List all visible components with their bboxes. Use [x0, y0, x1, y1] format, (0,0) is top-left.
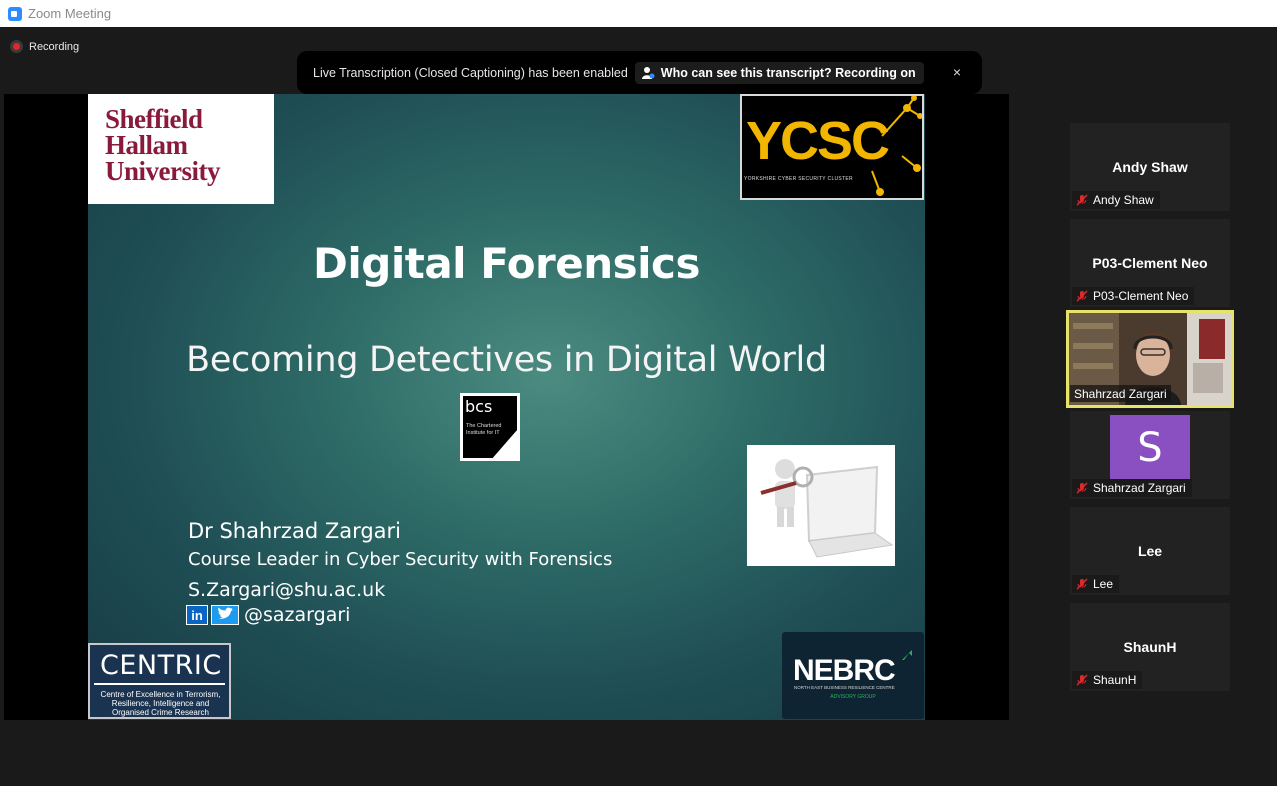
close-icon[interactable]: × — [948, 63, 966, 81]
participant-label: Andy Shaw — [1072, 191, 1160, 209]
participant-name: Andy Shaw — [1112, 159, 1188, 175]
participant-label: P03-Clement Neo — [1072, 287, 1195, 305]
nebrc-name: NEBRC — [793, 654, 896, 687]
centric-logo: CENTRIC Centre of Excellence in Terroris… — [88, 643, 231, 719]
participant-label-text: Shahrzad Zargari — [1074, 386, 1167, 401]
banner-message: Live Transcription (Closed Captioning) h… — [313, 65, 628, 80]
centric-desc: Centre of Excellence in Terrorism, Resil… — [100, 690, 221, 717]
record-dot-icon — [10, 40, 23, 53]
mic-muted-icon — [1076, 290, 1088, 302]
participant-name: ShaunH — [1123, 639, 1177, 655]
sheffield-hallam-logo: Sheffield Hallam University — [88, 94, 274, 204]
participant-tile[interactable]: Andy Shaw Andy Shaw — [1070, 123, 1230, 211]
author-name: Dr Shahrzad Zargari — [188, 519, 402, 543]
transcript-visibility-link[interactable]: Who can see this transcript? Recording o… — [634, 61, 924, 84]
slide-subtitle: Becoming Detectives in Digital World — [186, 340, 827, 380]
transcript-visibility-text: Who can see this transcript? Recording o… — [660, 65, 916, 80]
participant-label: Shahrzad Zargari — [1072, 479, 1192, 497]
participant-label-text: Lee — [1093, 577, 1114, 591]
presentation-slide: Sheffield Hallam University YCSC YORKSHI… — [88, 94, 925, 720]
logo-line: Hallam — [105, 130, 188, 160]
participant-tile[interactable]: ShaunH ShaunH — [1070, 603, 1230, 691]
laptop-magnifier-image — [747, 445, 895, 566]
shared-screen: Sheffield Hallam University YCSC YORKSHI… — [4, 94, 1009, 720]
person-icon — [641, 66, 655, 79]
mic-muted-icon — [1076, 194, 1088, 206]
participant-label-text: ShaunH — [1093, 673, 1137, 687]
participant-tile[interactable]: Lee Lee — [1070, 507, 1230, 595]
mic-muted-icon — [1076, 482, 1088, 494]
window-title: Zoom Meeting — [28, 6, 112, 21]
social-row: in @sazargari — [186, 604, 350, 626]
centric-name: CENTRIC — [100, 650, 222, 681]
participant-tile[interactable]: S Shahrzad Zargari — [1070, 411, 1230, 499]
participant-name: Lee — [1137, 543, 1163, 559]
author-email: S.Zargari@shu.ac.uk — [188, 579, 386, 601]
nebrc-group: ADVISORY GROUP — [830, 694, 876, 700]
logo-line: Sheffield — [105, 104, 203, 134]
avatar: S — [1110, 415, 1190, 481]
recording-label: Recording — [29, 40, 80, 53]
participant-label: ShaunH — [1072, 671, 1143, 689]
active-speaker-video[interactable]: Shahrzad Zargari — [1066, 310, 1234, 408]
transcription-banner: Live Transcription (Closed Captioning) h… — [297, 51, 982, 94]
zoom-icon — [8, 6, 22, 21]
twitter-handle: @sazargari — [244, 604, 351, 626]
title-bar: Zoom Meeting — [0, 0, 1277, 27]
author-role: Course Leader in Cyber Security with For… — [188, 549, 613, 570]
participant-label-text: Andy Shaw — [1093, 193, 1154, 207]
linkedin-icon: in — [186, 605, 208, 625]
bcs-tagline: The Chartered Institute for IT — [466, 423, 502, 436]
participant-label-text: Shahrzad Zargari — [1093, 481, 1186, 495]
recording-indicator[interactable]: Recording — [10, 40, 79, 53]
arrow-icon — [902, 650, 912, 660]
bcs-text: bcs — [465, 397, 493, 416]
centric-divider — [94, 683, 225, 685]
nebrc-desc: NORTH EAST BUSINESS RESILIENCE CENTRE — [794, 685, 895, 690]
mic-muted-icon — [1076, 578, 1088, 590]
mic-muted-icon — [1076, 674, 1088, 686]
ycsc-text: YCSC — [746, 111, 890, 171]
slide-title: Digital Forensics — [313, 239, 700, 288]
participant-label: Shahrzad Zargari — [1070, 385, 1171, 402]
logo-line: University — [105, 156, 220, 186]
participant-name: P03-Clement Neo — [1092, 255, 1208, 271]
ycsc-logo: YCSC YORKSHIRE CYBER SECURITY CLUSTER — [740, 94, 924, 200]
bcs-logo: bcs The Chartered Institute for IT — [460, 393, 520, 461]
twitter-icon — [211, 605, 239, 625]
nebrc-logo: NEBRC NORTH EAST BUSINESS RESILIENCE CEN… — [782, 632, 924, 719]
participant-label: Lee — [1072, 575, 1120, 593]
participant-tile[interactable]: P03-Clement Neo P03-Clement Neo — [1070, 219, 1230, 307]
ycsc-tagline: YORKSHIRE CYBER SECURITY CLUSTER — [744, 176, 853, 182]
participant-label-text: P03-Clement Neo — [1093, 289, 1189, 303]
